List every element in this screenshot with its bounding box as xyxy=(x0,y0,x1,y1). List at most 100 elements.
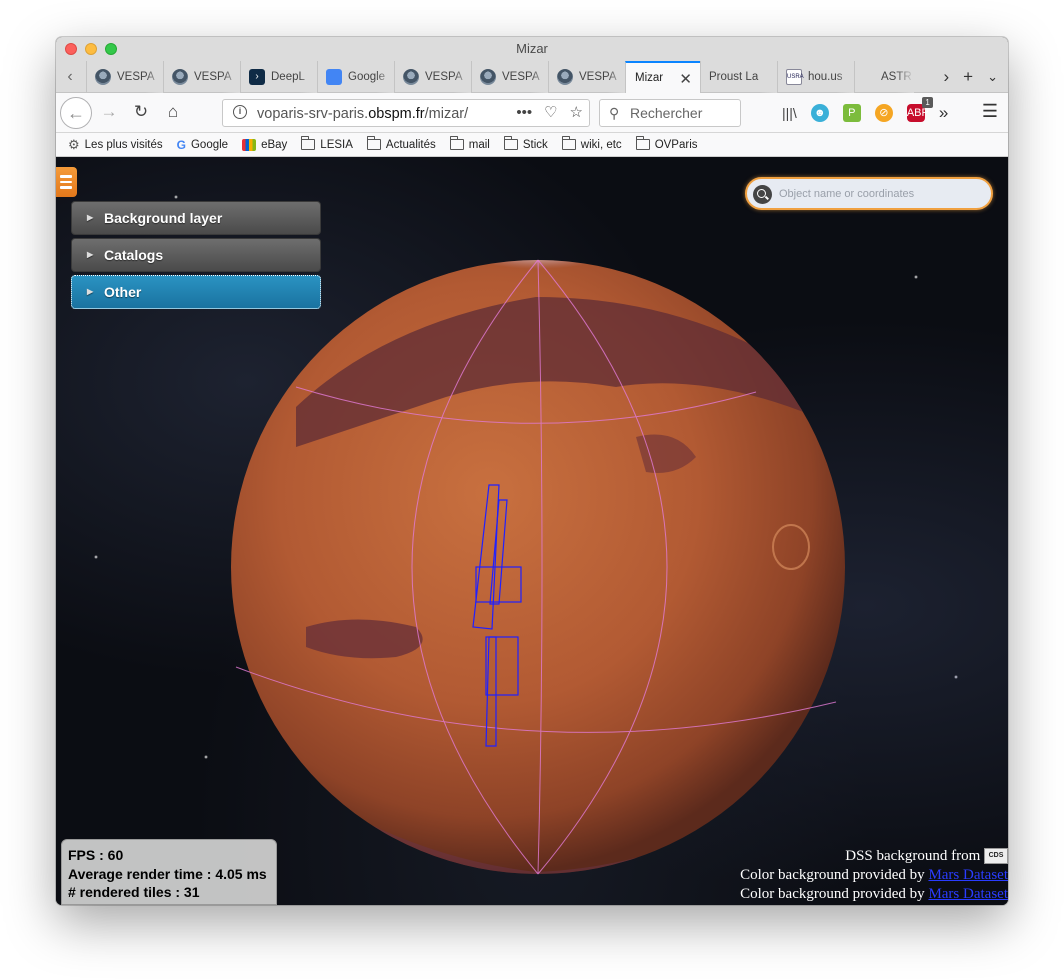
panel-background-layer[interactable]: ▶ Background layer xyxy=(71,201,321,235)
url-path: /mizar/ xyxy=(424,106,469,122)
cds-logo[interactable]: CDS xyxy=(984,848,1008,864)
back-button[interactable]: ← xyxy=(60,97,92,129)
bookmark-star-icon[interactable]: ☆ xyxy=(570,103,583,123)
bookmark-folder-ovparis[interactable]: OVParis xyxy=(635,136,698,151)
bookmarks-bar: ⚙ Les plus visités G Google eBay LESIA Act… xyxy=(56,133,1008,157)
search-icon[interactable] xyxy=(753,185,772,204)
ghostery-icon[interactable]: ☻ xyxy=(810,104,829,122)
menu-bar xyxy=(60,186,72,189)
tab-vespa-2[interactable]: VESPA xyxy=(163,61,240,93)
bookmark-label: OVParis xyxy=(654,138,698,151)
bookmark-folder-actualites[interactable]: Actualités xyxy=(366,136,436,151)
bookmark-google[interactable]: G Google xyxy=(177,138,228,152)
ebay-icon xyxy=(242,138,257,151)
navigation-bar: ← → ↻ ⌂ i voparis-srv-paris.obspm.fr/miz… xyxy=(56,93,1008,133)
close-tab-icon[interactable]: ✕ xyxy=(679,70,692,88)
tab-deepl[interactable]: › DeepL xyxy=(240,61,317,93)
blocker-icon[interactable]: ⊘ xyxy=(874,104,893,122)
color-credit-text: Color background provided by xyxy=(740,886,925,902)
panel-other[interactable]: ▶ Other xyxy=(71,275,321,309)
overflow-menu-icon[interactable]: » xyxy=(939,103,948,123)
bookmark-folder-stick[interactable]: Stick xyxy=(503,136,548,151)
menu-bar xyxy=(60,175,72,178)
tab-label: Mizar xyxy=(635,72,664,84)
pdf-icon[interactable]: P xyxy=(842,104,861,122)
pocket-icon[interactable]: ♡ xyxy=(544,103,557,123)
dss-credit: DSS background from CDS xyxy=(740,847,1008,866)
bookmark-folder-wiki[interactable]: wiki, etc xyxy=(561,136,622,151)
mars-dataset-link[interactable]: Mars Dataset xyxy=(928,886,1008,902)
render-stats: FPS : 60 Average render time : 4.05 ms #… xyxy=(61,839,277,905)
object-search-input[interactable] xyxy=(779,184,979,204)
tab-list-icon[interactable]: ⌄ xyxy=(987,69,998,85)
new-tab-icon[interactable]: + xyxy=(963,67,973,87)
url-text[interactable]: voparis-srv-paris.obspm.fr/mizar/ xyxy=(257,106,468,122)
tab-proust[interactable]: Proust La xyxy=(700,61,777,93)
gear-icon: ⚙ xyxy=(68,136,80,152)
browser-window: Mizar ‹ VESPA VESPA › DeepL Google VESPA… xyxy=(56,37,1008,905)
bookmark-label: eBay xyxy=(261,138,288,151)
google-icon: G xyxy=(176,137,186,152)
tab-vespa-5[interactable]: VESPA xyxy=(548,61,625,93)
tab-usra[interactable]: USRA hou.us xyxy=(777,61,854,93)
folder-icon xyxy=(301,136,316,150)
forward-button[interactable]: → xyxy=(98,101,120,123)
tab-astr[interactable]: ASTR xyxy=(854,61,914,93)
tab-bar: ‹ VESPA VESPA › DeepL Google VESPA VESPA… xyxy=(56,61,1008,93)
bookmark-ebay[interactable]: eBay xyxy=(242,138,288,151)
bookmark-most-visited[interactable]: ⚙ Les plus visités xyxy=(68,137,163,153)
url-bar[interactable]: i voparis-srv-paris.obspm.fr/mizar/ ••• … xyxy=(222,99,590,127)
info-icon[interactable]: i xyxy=(233,105,247,119)
google-translate-icon xyxy=(326,69,342,85)
home-button[interactable]: ⌂ xyxy=(162,101,184,123)
url-domain: obspm.fr xyxy=(368,106,425,122)
tab-mizar[interactable]: Mizar ✕ xyxy=(625,61,700,93)
tab-scroll-left-icon[interactable]: ‹ xyxy=(58,61,82,93)
browser-search-input[interactable] xyxy=(630,103,735,123)
vespa-icon xyxy=(557,69,573,85)
mars-dataset-link[interactable]: Mars Dataset xyxy=(928,867,1008,883)
vespa-icon xyxy=(95,69,111,85)
hamburger-menu-icon[interactable]: ☰ xyxy=(982,101,998,122)
tab-vespa-3[interactable]: VESPA xyxy=(394,61,471,93)
adblock-plus-icon[interactable]: ABP 1 xyxy=(906,97,933,122)
folder-icon xyxy=(449,136,464,150)
folder-icon xyxy=(635,136,650,150)
dss-credit-text: DSS background from xyxy=(845,848,981,864)
menu-bar xyxy=(60,180,72,184)
bookmark-label: Google xyxy=(190,138,229,151)
bookmark-folder-lesia[interactable]: LESIA xyxy=(301,136,353,151)
color-credit: Color background provided by Mars Datase… xyxy=(740,866,1008,885)
deepl-icon: › xyxy=(249,69,265,85)
reload-button[interactable]: ↻ xyxy=(130,101,152,123)
mizar-viewport[interactable]: ▶ Background layer ▶ Catalogs ▶ Other FP… xyxy=(56,157,1008,905)
expand-arrow-icon: ▶ xyxy=(87,250,94,259)
tab-google-translate[interactable]: Google xyxy=(317,61,394,93)
object-search-box[interactable] xyxy=(745,177,993,210)
tab-vespa-4[interactable]: VESPA xyxy=(471,61,548,93)
library-icon[interactable]: |||\ xyxy=(782,105,797,121)
dark-plain xyxy=(306,619,423,659)
browser-search-bar[interactable]: ⚲ xyxy=(599,99,741,127)
folder-icon xyxy=(561,136,576,150)
fps-readout: FPS : 60 xyxy=(68,847,124,863)
tab-scroll-right-icon[interactable]: › xyxy=(943,67,949,87)
vespa-icon xyxy=(172,69,188,85)
panel-catalogs[interactable]: ▶ Catalogs xyxy=(71,238,321,272)
usra-icon: USRA xyxy=(786,69,804,85)
color-credit-text: Color background provided by xyxy=(740,867,925,883)
bookmark-folder-mail[interactable]: mail xyxy=(449,136,490,151)
expand-arrow-icon: ▶ xyxy=(87,213,94,222)
panel-label: Background layer xyxy=(104,210,223,226)
side-panel-toggle[interactable] xyxy=(56,167,77,197)
search-icon: ⚲ xyxy=(609,105,620,121)
panel-label: Catalogs xyxy=(104,247,164,263)
folder-icon xyxy=(366,136,381,150)
tab-vespa-1[interactable]: VESPA xyxy=(86,61,163,93)
tab-strip: VESPA VESPA › DeepL Google VESPA VESPA V… xyxy=(86,61,914,93)
url-actions: ••• ♡ ☆ xyxy=(516,103,583,123)
render-time-readout: Average render time : 4.05 ms xyxy=(68,865,267,882)
expand-arrow-icon: ▶ xyxy=(87,287,94,296)
color-credit: Color background provided by Mars Datase… xyxy=(740,885,1008,904)
page-actions-icon[interactable]: ••• xyxy=(516,103,532,123)
